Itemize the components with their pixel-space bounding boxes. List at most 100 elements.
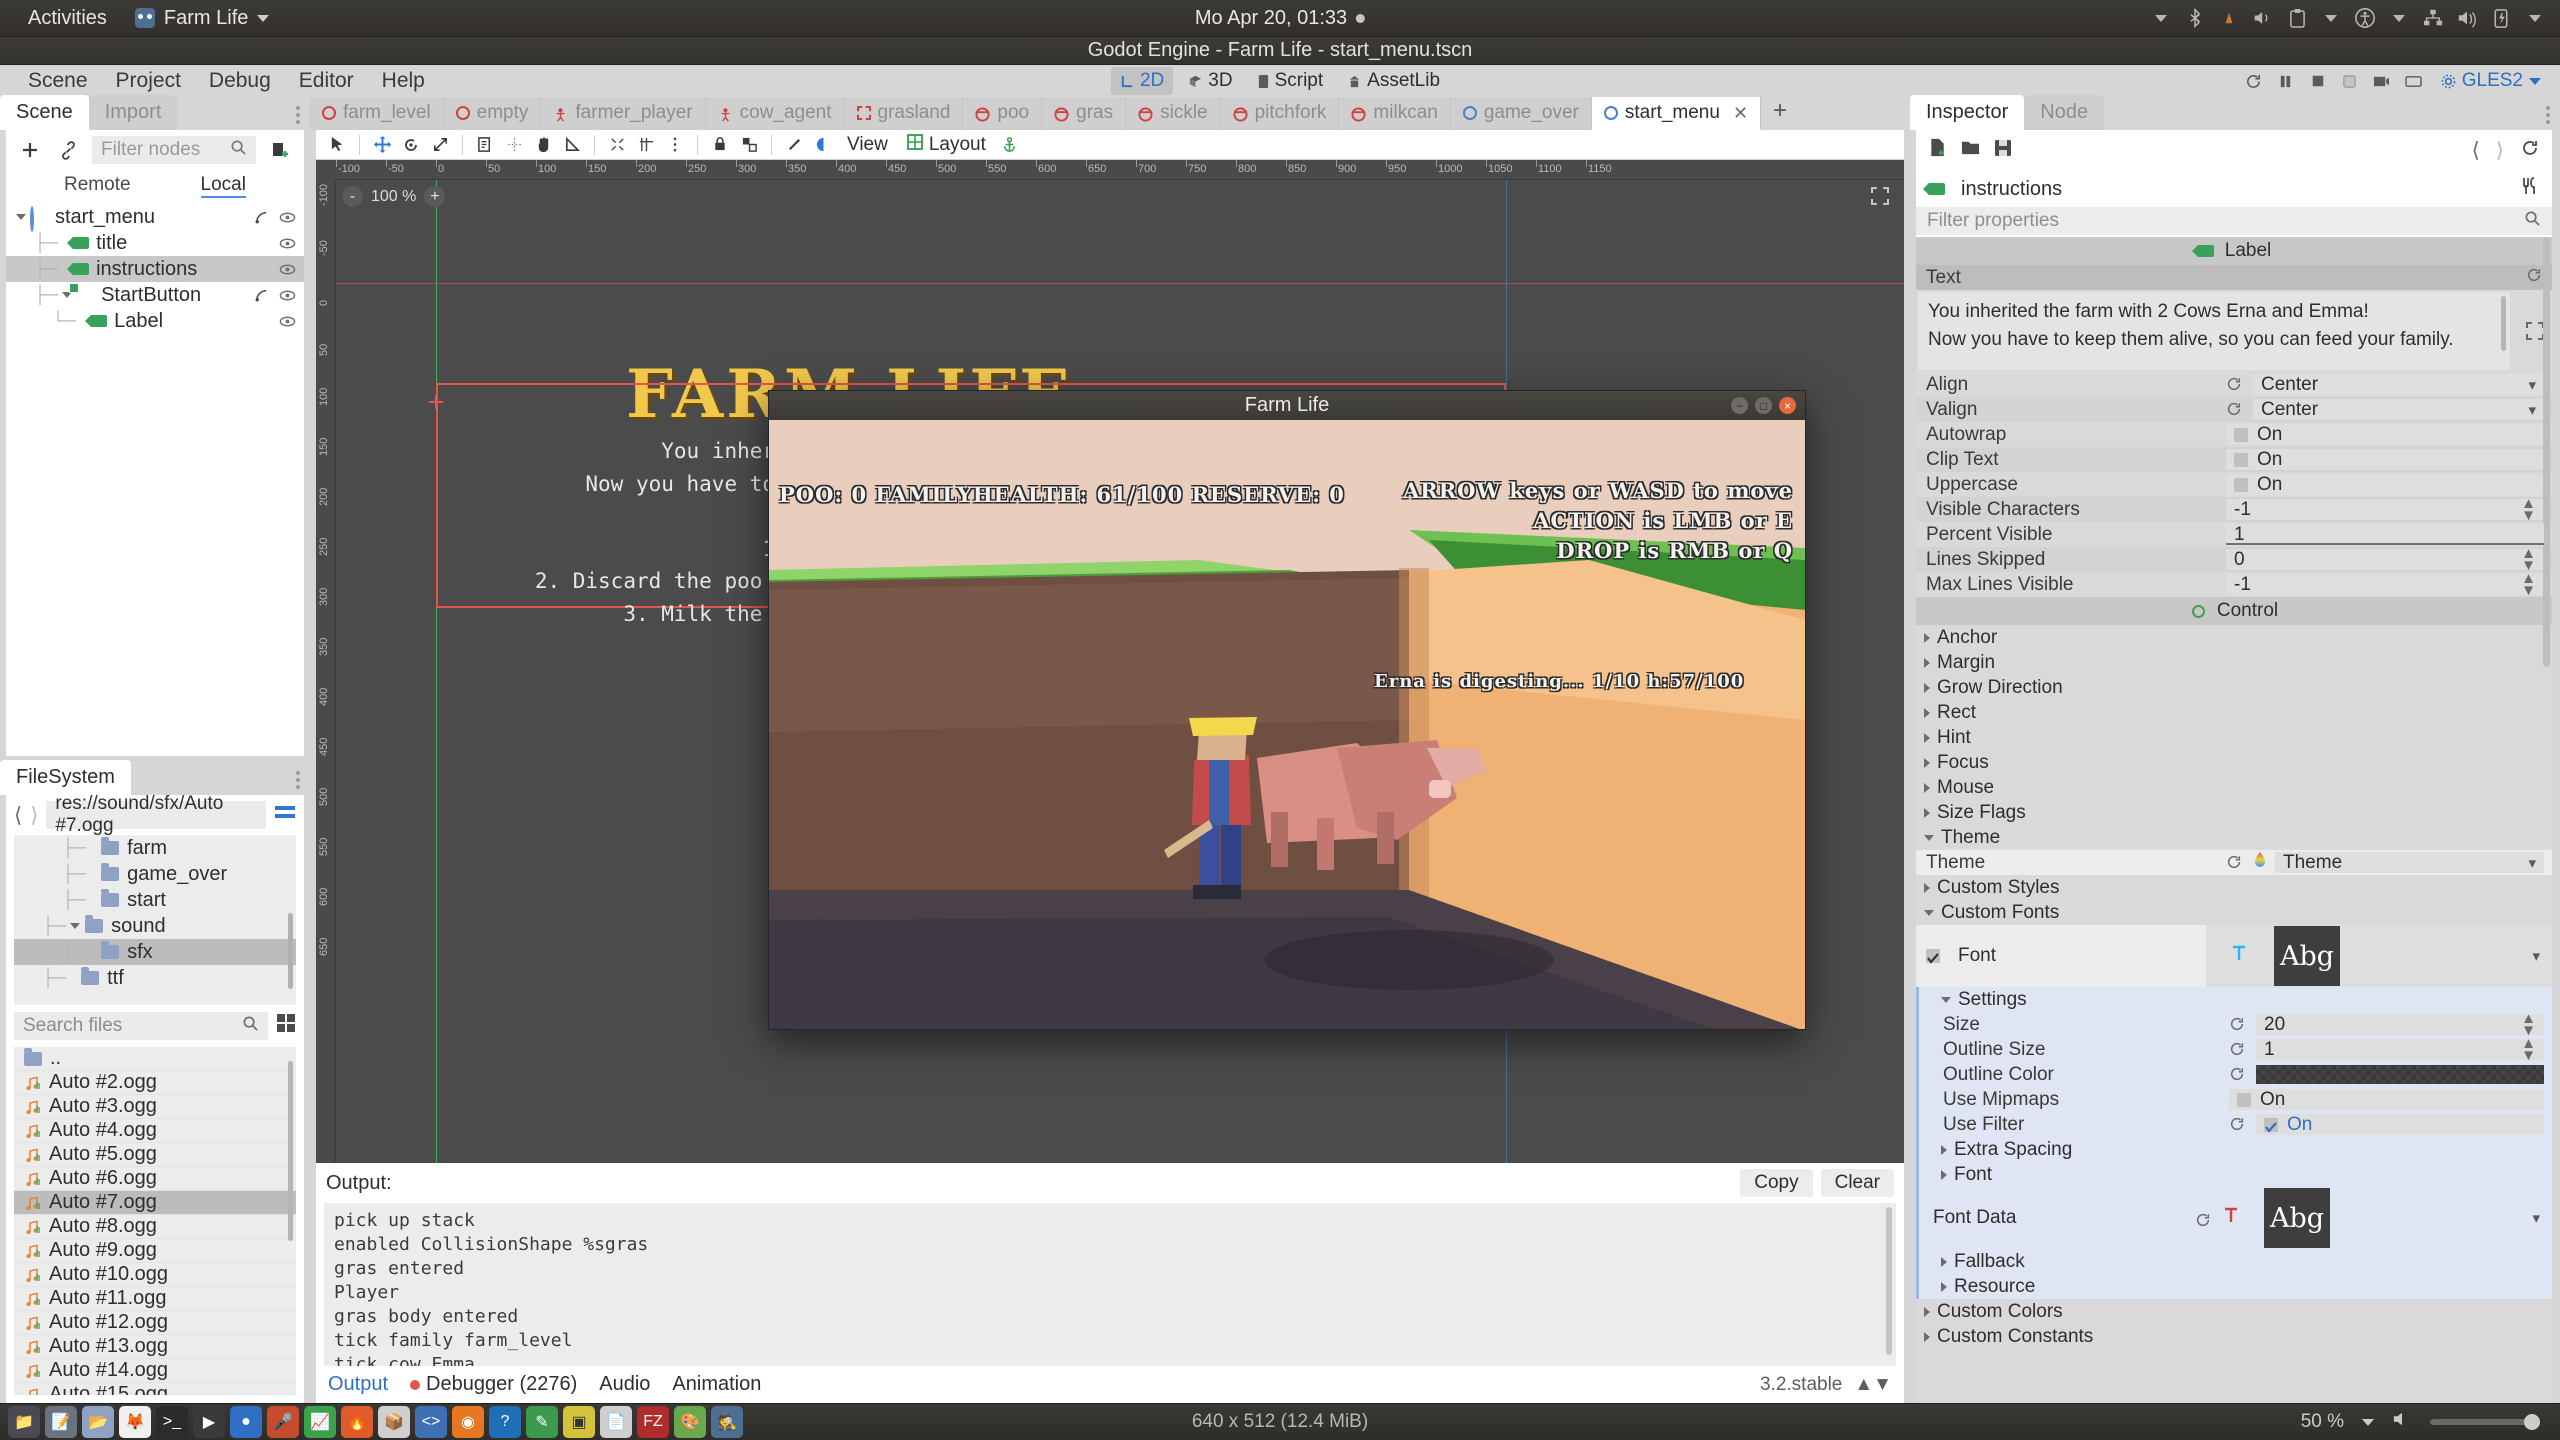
revert-icon[interactable] [2226, 376, 2243, 393]
mode-script-button[interactable]: Script [1248, 67, 1333, 95]
property-group-custom-styles[interactable]: Custom Styles [1916, 875, 2552, 900]
checkbox-icon[interactable] [2237, 1092, 2251, 1107]
folder-icon[interactable]: 📂 [82, 1406, 114, 1438]
panel-menu-icon[interactable] [296, 768, 300, 792]
files-icon[interactable]: 📁 [8, 1406, 40, 1438]
scene-tree-node-title[interactable]: ├─ title [6, 230, 304, 256]
property-group-size-flags[interactable]: Size Flags [1916, 800, 2552, 825]
audacity-icon[interactable]: 🎤 [267, 1406, 299, 1438]
bottom-tab-audio[interactable]: Audio [599, 1373, 650, 1396]
property-value[interactable]: -1 ▲ ▼ [2226, 571, 2544, 598]
property-value[interactable]: 1 [2226, 524, 2544, 545]
revert-icon[interactable] [2229, 1016, 2246, 1033]
property-row-outline-color[interactable]: Outline Color [1919, 1062, 2552, 1087]
file-row[interactable]: Auto #8.ogg [14, 1215, 296, 1239]
help-icon[interactable]: ? [489, 1406, 521, 1438]
bottom-tab-animation[interactable]: Animation [672, 1373, 761, 1396]
folder-row-ttf[interactable]: ├─ ttf [14, 965, 296, 991]
ruler-icon[interactable] [559, 133, 585, 157]
font-data-icon[interactable] [2222, 1205, 2240, 1231]
property-value[interactable]: 0 ▲ ▼ [2226, 546, 2544, 573]
panel-menu-icon[interactable] [2546, 103, 2550, 127]
split-mode-icon[interactable] [274, 803, 296, 827]
property-group-custom-constants[interactable]: Custom Constants [1916, 1324, 2552, 1349]
expand-bottom-panel-icon[interactable]: ▲▼ [1854, 1374, 1892, 1396]
maximize-button[interactable]: □ [1755, 397, 1772, 414]
back-icon[interactable]: ⟨ [14, 803, 22, 828]
lock-icon[interactable] [707, 133, 733, 157]
file-row[interactable]: Auto #9.ogg [14, 1239, 296, 1263]
file-row[interactable]: .. [14, 1047, 296, 1071]
property-row-valign[interactable]: Valign Center ▾ [1916, 397, 2552, 422]
kdenlive-icon[interactable]: ▣ [563, 1406, 595, 1438]
chevron-down-icon[interactable] [2314, 0, 2348, 37]
chevron-down-icon[interactable] [2144, 0, 2178, 37]
vscode-icon[interactable]: <> [415, 1406, 447, 1438]
minimize-button[interactable]: − [1731, 397, 1748, 414]
save-resource-icon[interactable] [1993, 138, 2013, 164]
tab-scene[interactable]: Scene [0, 95, 89, 130]
revert-icon[interactable] [2226, 854, 2243, 871]
property-group-extra-spacing[interactable]: Extra Spacing [1919, 1137, 2552, 1162]
scale-icon[interactable] [427, 133, 453, 157]
property-group-theme[interactable]: Theme [1916, 825, 2552, 850]
snap-icon[interactable] [501, 133, 527, 157]
network-wired-icon[interactable] [2416, 0, 2450, 37]
stepper-icon[interactable]: ▲ ▼ [2521, 1011, 2536, 1038]
vlc-icon[interactable] [2212, 0, 2246, 37]
game-window[interactable]: Farm Life − □ × POO: 0 FAMILYHEALTH: 61/… [768, 390, 1806, 1030]
snap-grid-icon[interactable] [604, 133, 630, 157]
property-value[interactable]: -1 ▲ ▼ [2226, 496, 2544, 523]
move-icon[interactable] [369, 133, 395, 157]
chevron-down-icon[interactable] [2382, 0, 2416, 37]
current-path-display[interactable]: res://sound/sfx/Auto #7.ogg [46, 793, 266, 836]
property-value[interactable]: Theme ▾ [2275, 852, 2544, 873]
tab-filesystem[interactable]: FileSystem [0, 760, 131, 795]
chevron-down-icon[interactable]: ▾ [2532, 947, 2540, 965]
revert-icon[interactable] [2229, 1041, 2246, 1058]
file-list[interactable]: .. Auto #2.ogg Auto #3.ogg Auto #4.ogg Auto … [14, 1047, 296, 1395]
tab-inspector[interactable]: Inspector [1910, 95, 2025, 130]
close-icon[interactable]: ✕ [1733, 103, 1748, 124]
folder-row-farm[interactable]: ├─ farm [14, 835, 296, 861]
property-group-custom-fonts[interactable]: Custom Fonts [1916, 900, 2552, 925]
visibility-toggle-icon[interactable] [279, 261, 296, 278]
property-value[interactable]: On [2229, 1089, 2544, 1110]
more-icon[interactable] [662, 133, 688, 157]
scene-tab-empty[interactable]: empty [443, 97, 542, 130]
file-row[interactable]: Auto #12.ogg [14, 1311, 296, 1335]
property-group-anchor[interactable]: Anchor [1916, 625, 2552, 650]
volume-icon[interactable] [2392, 1410, 2412, 1434]
group-icon[interactable] [736, 133, 762, 157]
chevron-down-icon[interactable] [70, 923, 81, 929]
video-icon[interactable]: ▶ [193, 1406, 225, 1438]
menu-editor[interactable]: Editor [285, 66, 368, 96]
object-tools-icon[interactable] [2520, 176, 2540, 202]
mode-assetlib-button[interactable]: AssetLib [1338, 67, 1449, 95]
stepper-icon[interactable]: ▲ ▼ [2521, 546, 2536, 573]
property-row-theme[interactable]: Theme Theme ▾ [1916, 850, 2552, 875]
expand-viewport-icon[interactable] [1870, 186, 1890, 212]
revert-icon[interactable] [2195, 1210, 2212, 1227]
property-value[interactable]: 20 ▲ ▼ [2256, 1011, 2544, 1038]
inkscape-icon[interactable]: ✎ [526, 1406, 558, 1438]
visibility-toggle-icon[interactable] [279, 209, 296, 226]
filesystem-folder-tree[interactable]: ├─ farm ├─ game_over ├─ start ├─ sound ├─ sfx ├─ tt… [14, 835, 296, 1005]
property-row-align[interactable]: Align Center ▾ [1916, 372, 2552, 397]
folder-row-start[interactable]: ├─ start [14, 887, 296, 913]
revert-icon[interactable] [2526, 267, 2542, 289]
scene-tree-node-startbutton[interactable]: ├─ StartButton [6, 282, 304, 308]
file-row[interactable]: Auto #10.ogg [14, 1263, 296, 1287]
folder-row-sfx[interactable]: ├─ sfx [14, 939, 296, 965]
app-menu-button[interactable]: Farm Life [121, 0, 283, 37]
inspector-scrollbar[interactable] [2543, 237, 2550, 667]
menu-scene[interactable]: Scene [14, 66, 102, 96]
property-value[interactable]: On [2226, 474, 2544, 495]
attach-script-button[interactable] [266, 137, 294, 163]
remote-debug-icon[interactable] [2400, 68, 2428, 94]
layout-menu-button[interactable]: Layout [899, 134, 994, 156]
game-viewport[interactable]: POO: 0 FAMILYHEALTH: 61/100 RESERVE: 0 A… [769, 420, 1805, 1029]
file-row[interactable]: Auto #2.ogg [14, 1071, 296, 1095]
filezilla-icon[interactable]: FZ [637, 1406, 669, 1438]
property-row-max-lines-visible[interactable]: Max Lines Visible -1 ▲ ▼ [1916, 571, 2552, 598]
